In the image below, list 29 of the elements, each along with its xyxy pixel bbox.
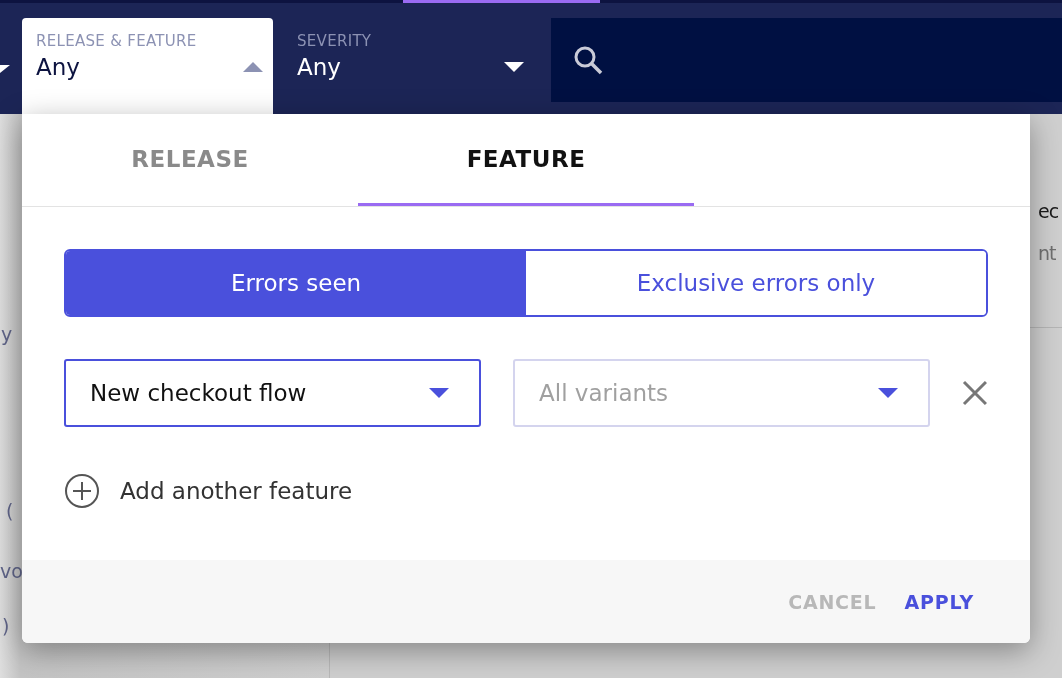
filter-label: SEVERITY (297, 32, 373, 50)
caret-icon (429, 388, 450, 398)
close-icon[interactable] (962, 380, 988, 406)
feature-value: New checkout flow (90, 380, 307, 406)
caret-icon (504, 62, 524, 72)
feature-dropdown[interactable]: New checkout flow (64, 359, 482, 427)
text-fragment: y (1, 323, 13, 345)
text-fragment: nt (1038, 242, 1056, 264)
caret-icon (0, 65, 10, 73)
filter-value: Any (36, 54, 80, 80)
filter-dropdown[interactable]: RELEASE & FEATURE Any (22, 18, 273, 114)
text-fragment: ec (1038, 200, 1059, 222)
filter-dropdown[interactable]: SEVERITY Any (283, 18, 534, 114)
text-fragment: ( (6, 500, 14, 522)
caret-icon (243, 62, 263, 72)
dialog-button[interactable]: APPLY (904, 586, 974, 617)
tab[interactable]: FEATURE (358, 114, 694, 206)
toggle-option[interactable]: Errors seen (66, 251, 526, 315)
add-feature-link[interactable]: Add another feature (64, 473, 353, 509)
search-icon (573, 45, 603, 75)
filter-value: Any (297, 54, 341, 80)
tab[interactable]: RELEASE (22, 114, 358, 206)
variant-placeholder: All variants (539, 380, 669, 406)
search-field[interactable] (551, 18, 1062, 102)
filter-label: RELEASE & FEATURE (36, 32, 198, 50)
text-fragment: ) (2, 615, 10, 637)
plus-circle-icon (64, 473, 100, 509)
caret-icon (878, 388, 899, 398)
text-fragment: vo (0, 560, 23, 582)
